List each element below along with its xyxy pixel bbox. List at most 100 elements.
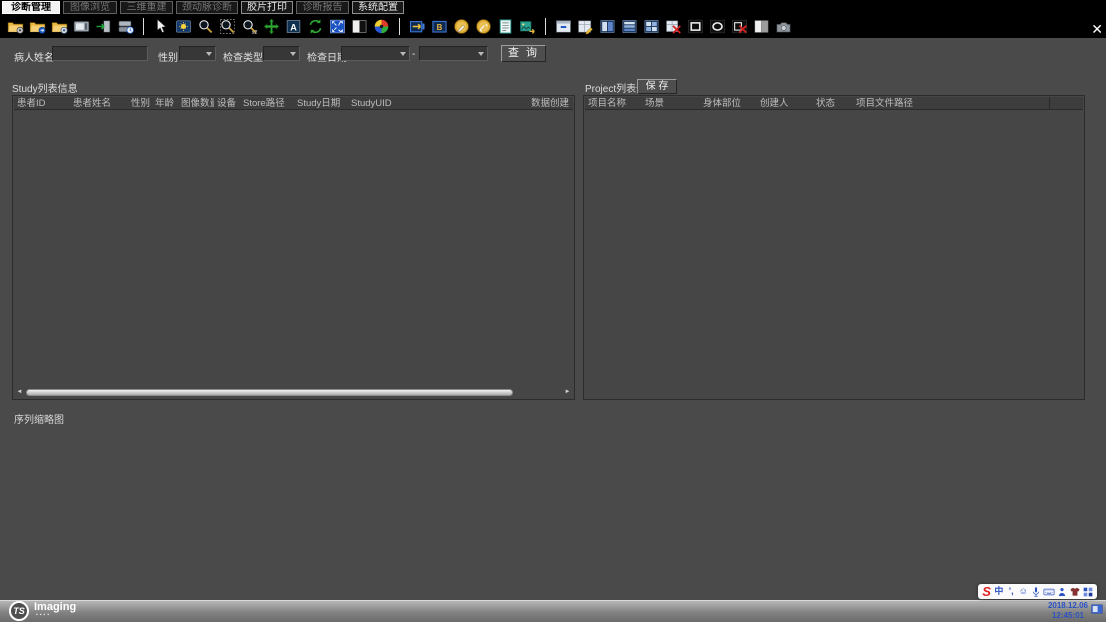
project-list-panel: 项目名称场景身体部位创建人状态项目文件路径: [583, 95, 1085, 400]
zoom-icon[interactable]: [196, 17, 215, 36]
module-tab-bar: 诊断管理图像浏览三维重建颈动脉诊断胶片打印诊断报告系统配置: [2, 1, 404, 14]
close-button[interactable]: ✕: [1091, 22, 1103, 36]
layout-delete-icon[interactable]: [664, 17, 683, 36]
layout-edit-icon[interactable]: [576, 17, 595, 36]
column-header[interactable]: 患者姓名: [70, 97, 128, 109]
browse-b-icon[interactable]: B: [430, 17, 449, 36]
punctuation-icon-glyph: ’,: [1009, 585, 1014, 598]
column-header[interactable]: 身体部位: [700, 97, 757, 109]
toolbar-separator: [143, 18, 144, 35]
roi-rect-icon[interactable]: [686, 17, 705, 36]
chinese-mode-icon[interactable]: 中: [993, 585, 1004, 598]
export-image-icon[interactable]: [518, 17, 537, 36]
layout-grid-icon[interactable]: [642, 17, 661, 36]
study-horizontal-scrollbar[interactable]: ◄ ►: [15, 387, 572, 397]
scroll-left-arrow-icon[interactable]: ◄: [15, 389, 24, 395]
tab-diagnosis-management[interactable]: 诊断管理: [2, 1, 60, 14]
tab-system-config[interactable]: 系统配置: [352, 1, 404, 14]
measure-pencil-icon[interactable]: [452, 17, 471, 36]
layout-rows-icon[interactable]: [620, 17, 639, 36]
measure-tools-icon[interactable]: [474, 17, 493, 36]
patient-name-input[interactable]: [52, 46, 148, 61]
layout-minus-icon[interactable]: [554, 17, 573, 36]
folder-cd-icon[interactable]: [50, 17, 69, 36]
report-icon[interactable]: [496, 17, 515, 36]
folder-network-icon[interactable]: [28, 17, 47, 36]
skin-icon[interactable]: [1069, 585, 1081, 598]
exam-type-select[interactable]: [263, 46, 300, 61]
column-header[interactable]: StudyUID: [348, 97, 523, 109]
column-header[interactable]: 项目文件路径: [853, 97, 1049, 109]
capture-icon[interactable]: [774, 17, 793, 36]
scroll-right-arrow-icon[interactable]: ►: [563, 389, 572, 395]
column-header[interactable]: 性别: [128, 97, 152, 109]
application-window: 诊断管理图像浏览三维重建颈动脉诊断胶片打印诊断报告系统配置 x2AB ✕ 病人姓…: [0, 0, 1106, 622]
taskbar: [0, 600, 1106, 622]
punctuation-icon[interactable]: ’,: [1006, 585, 1017, 598]
column-header[interactable]: 年龄: [152, 97, 178, 109]
emoji-icon[interactable]: ☺: [1018, 585, 1029, 598]
tab-diagnosis-report[interactable]: 诊断报告: [296, 1, 349, 14]
column-header[interactable]: 创建人: [757, 97, 813, 109]
column-header[interactable]: Store路径: [240, 97, 294, 109]
soft-keyboard-icon[interactable]: [1043, 585, 1055, 598]
exam-date-to-select[interactable]: [419, 46, 488, 61]
input-method-bar: S中 ’, ☺: [978, 584, 1097, 599]
column-header[interactable]: 数据创建: [523, 97, 573, 109]
sogou-logo-icon[interactable]: S: [981, 585, 992, 598]
roi-delete-icon[interactable]: [730, 17, 749, 36]
column-header[interactable]: 项目名称: [585, 97, 642, 109]
pan-icon[interactable]: [262, 17, 281, 36]
archive-server-icon[interactable]: [116, 17, 135, 36]
column-header[interactable]: 患者ID: [14, 97, 70, 109]
top-bar: 诊断管理图像浏览三维重建颈动脉诊断胶片打印诊断报告系统配置 x2 A B: [0, 0, 1106, 38]
taskbar-clock: 2018.12.06 12:45:01: [1048, 601, 1088, 621]
film-view-icon[interactable]: [72, 17, 91, 36]
voice-input-icon[interactable]: [1030, 585, 1042, 598]
column-header[interactable]: 图像数量: [178, 97, 214, 109]
sogou-logo-icon-glyph: S: [982, 584, 991, 599]
column-header[interactable]: 场景: [642, 97, 700, 109]
tab-3d-reconstruction[interactable]: 三维重建: [120, 1, 173, 14]
study-table-header: 患者ID患者姓名性别年龄图像数量设备Store路径Study日期StudyUID…: [14, 97, 573, 110]
study-panel-title: Study列表信息: [12, 80, 78, 95]
query-button[interactable]: 查 询: [501, 45, 546, 62]
import-study-icon[interactable]: [94, 17, 113, 36]
toolbar-separator: [545, 18, 546, 35]
brand-logo-icon: TS: [9, 601, 29, 621]
language-bar-icon[interactable]: [1090, 602, 1104, 614]
handwriting-icon[interactable]: [1056, 585, 1068, 598]
project-table-header: 项目名称场景身体部位创建人状态项目文件路径: [585, 97, 1083, 110]
zoom-x2-icon[interactable]: x2: [240, 17, 259, 36]
exam-type-label: 检查类型: [223, 49, 263, 64]
column-header[interactable]: Study日期: [294, 97, 348, 109]
rotate-icon[interactable]: [306, 17, 325, 36]
exam-date-from-select[interactable]: [341, 46, 410, 61]
date-range-separator: -: [412, 49, 415, 60]
scroll-thumb[interactable]: [26, 389, 513, 396]
column-header[interactable]: 状态: [813, 97, 853, 109]
zoom-region-icon[interactable]: [218, 17, 237, 36]
brand-subtext: ▪▪▪▪: [36, 613, 51, 618]
folder-settings-icon[interactable]: [6, 17, 25, 36]
cursor-icon[interactable]: [152, 17, 171, 36]
transfer-icon[interactable]: [408, 17, 427, 36]
split-view-icon[interactable]: [752, 17, 771, 36]
window-level-icon[interactable]: [174, 17, 193, 36]
layout-2col-icon[interactable]: [598, 17, 617, 36]
invert-icon[interactable]: [350, 17, 369, 36]
palette-icon[interactable]: [372, 17, 391, 36]
emoji-icon-glyph: ☺: [1019, 585, 1028, 598]
toolbox-icon[interactable]: [1082, 585, 1094, 598]
annotation-icon[interactable]: A: [284, 17, 303, 36]
column-header[interactable]: 设备: [214, 97, 240, 109]
main-toolbar: x2 A B: [6, 16, 793, 37]
tab-carotid-diagnosis[interactable]: 颈动脉诊断: [176, 1, 238, 14]
series-thumbnail-label: 序列缩略图: [14, 411, 64, 426]
tab-film-print[interactable]: 胶片打印: [241, 1, 293, 14]
fit-screen-icon[interactable]: [328, 17, 347, 36]
tab-image-browse[interactable]: 图像浏览: [63, 1, 117, 14]
save-button[interactable]: 保 存: [637, 79, 677, 94]
roi-ellipse-icon[interactable]: [708, 17, 727, 36]
gender-select[interactable]: [179, 46, 216, 61]
